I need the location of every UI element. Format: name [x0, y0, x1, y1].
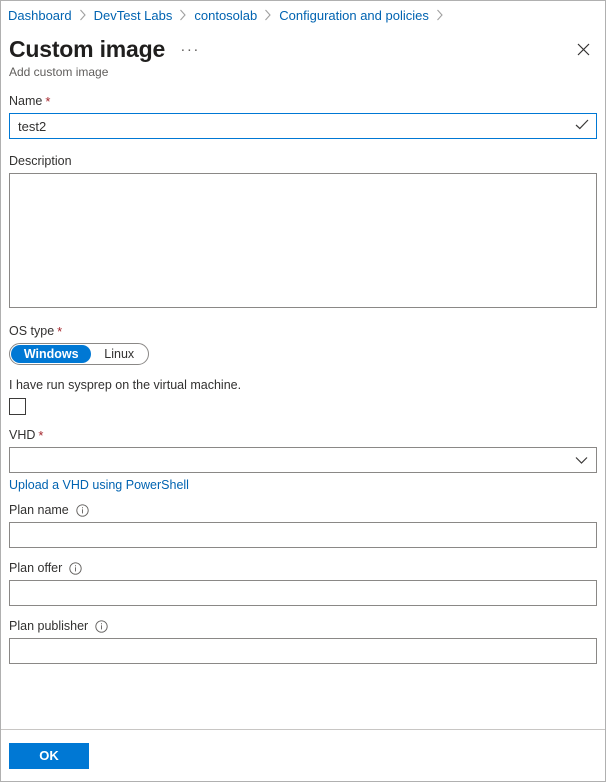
plan-offer-input[interactable] [9, 580, 597, 606]
description-textarea[interactable] [9, 173, 597, 308]
breadcrumb-item-devtest-labs[interactable]: DevTest Labs [94, 8, 173, 23]
page-title: Custom image [9, 36, 166, 62]
vhd-label-row: VHD * [9, 427, 597, 443]
info-icon[interactable] [76, 503, 89, 517]
name-label: Name [9, 94, 43, 108]
field-os-type: OS type * Windows Linux [9, 323, 597, 365]
field-plan-publisher: Plan publisher [9, 618, 597, 664]
info-icon[interactable] [69, 561, 82, 575]
breadcrumb-item-configuration-and-policies[interactable]: Configuration and policies [279, 8, 429, 23]
field-plan-name: Plan name [9, 502, 597, 548]
plan-publisher-label-row: Plan publisher [9, 618, 597, 634]
breadcrumb-separator-icon [79, 9, 87, 21]
name-label-row: Name * [9, 93, 597, 109]
breadcrumb-separator-icon [264, 9, 272, 21]
name-input-wrap [9, 113, 597, 139]
vhd-label: VHD [9, 428, 36, 442]
plan-name-input[interactable] [9, 522, 597, 548]
required-asterisk: * [45, 93, 51, 109]
plan-publisher-input[interactable] [9, 638, 597, 664]
plan-offer-label: Plan offer [9, 561, 63, 575]
description-label-row: Description [9, 153, 597, 169]
vhd-select[interactable] [9, 447, 597, 473]
os-type-label-row: OS type * [9, 323, 597, 339]
close-icon[interactable] [571, 37, 595, 61]
info-icon[interactable] [95, 619, 108, 633]
required-asterisk: * [57, 323, 63, 339]
vhd-select-wrap [9, 447, 597, 473]
os-type-option-windows[interactable]: Windows [11, 345, 92, 363]
breadcrumb-item-dashboard[interactable]: Dashboard [8, 8, 72, 23]
breadcrumb-item-contosolab[interactable]: contosolab [194, 8, 257, 23]
upload-vhd-powershell-link[interactable]: Upload a VHD using PowerShell [9, 478, 189, 492]
field-description: Description [9, 153, 597, 311]
sysprep-checkbox[interactable] [9, 398, 26, 415]
field-vhd: VHD * Upload a VHD using PowerShell [9, 427, 597, 492]
breadcrumb-separator-icon [179, 9, 187, 21]
os-type-label: OS type [9, 324, 55, 338]
os-type-toggle[interactable]: Windows Linux [9, 343, 149, 365]
sysprep-label: I have run sysprep on the virtual machin… [9, 378, 242, 392]
breadcrumb: Dashboard DevTest Labs contosolab Config… [1, 1, 605, 29]
name-input[interactable] [9, 113, 597, 139]
field-plan-offer: Plan offer [9, 560, 597, 606]
field-sysprep: I have run sysprep on the virtual machin… [9, 377, 597, 415]
blade-title-row: Custom image ··· [1, 29, 605, 64]
field-name: Name * [9, 93, 597, 139]
ellipsis-icon[interactable]: ··· [179, 42, 201, 64]
blade-footer: OK [1, 729, 605, 781]
plan-name-label: Plan name [9, 503, 69, 517]
plan-publisher-label: Plan publisher [9, 619, 89, 633]
description-label: Description [9, 154, 72, 168]
custom-image-form: Name * Description OS type * [1, 79, 605, 729]
breadcrumb-separator-icon [436, 9, 444, 21]
os-type-option-linux[interactable]: Linux [91, 345, 147, 363]
required-asterisk: * [38, 427, 44, 443]
plan-name-label-row: Plan name [9, 502, 597, 518]
page-subtitle: Add custom image [9, 65, 109, 79]
plan-offer-label-row: Plan offer [9, 560, 597, 576]
custom-image-blade: Dashboard DevTest Labs contosolab Config… [0, 0, 606, 782]
ok-button[interactable]: OK [9, 742, 89, 769]
